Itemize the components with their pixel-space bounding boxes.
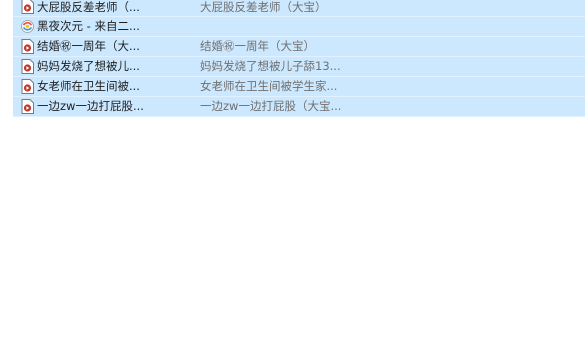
file-name: 一边zw一边打屁股...	[37, 99, 144, 113]
video-file-icon	[21, 0, 34, 14]
video-file-icon	[21, 39, 34, 54]
video-file-icon	[21, 59, 34, 74]
file-row[interactable]: 结婚㊗一周年（大... 结婚㊗一周年（大宝）	[13, 37, 585, 57]
file-name: 女老师在卫生间被...	[37, 79, 140, 93]
file-title: 女老师在卫生间被学生家...	[200, 79, 338, 93]
file-row[interactable]: 女老师在卫生间被... 女老师在卫生间被学生家...	[13, 77, 585, 97]
video-file-icon	[21, 99, 34, 114]
file-name: 黑夜次元 - 来自二...	[37, 19, 140, 33]
file-title: 一边zw一边打屁股（大宝...	[200, 99, 342, 113]
file-name: 妈妈发烧了想被儿...	[37, 59, 140, 73]
file-title: 结婚㊗一周年（大宝）	[200, 39, 315, 53]
file-row[interactable]: 黑夜次元 - 来自二...	[13, 17, 585, 37]
app-shortcut-icon	[21, 20, 34, 33]
file-list: 大屁股反差老师（... 大屁股反差老师（大宝） 黑夜次元 - 来自二... 结婚…	[13, 0, 585, 117]
file-title: 大屁股反差老师（大宝）	[200, 0, 327, 14]
file-name: 结婚㊗一周年（大...	[37, 39, 140, 53]
file-row[interactable]: 妈妈发烧了想被儿... 妈妈发烧了想被儿子舔13...	[13, 57, 585, 77]
file-row[interactable]: 大屁股反差老师（... 大屁股反差老师（大宝）	[13, 0, 585, 17]
file-title: 妈妈发烧了想被儿子舔13...	[200, 59, 341, 73]
file-name: 大屁股反差老师（...	[37, 0, 140, 14]
file-row[interactable]: 一边zw一边打屁股... 一边zw一边打屁股（大宝...	[13, 97, 585, 117]
empty-list-area[interactable]	[0, 119, 585, 362]
video-file-icon	[21, 79, 34, 94]
